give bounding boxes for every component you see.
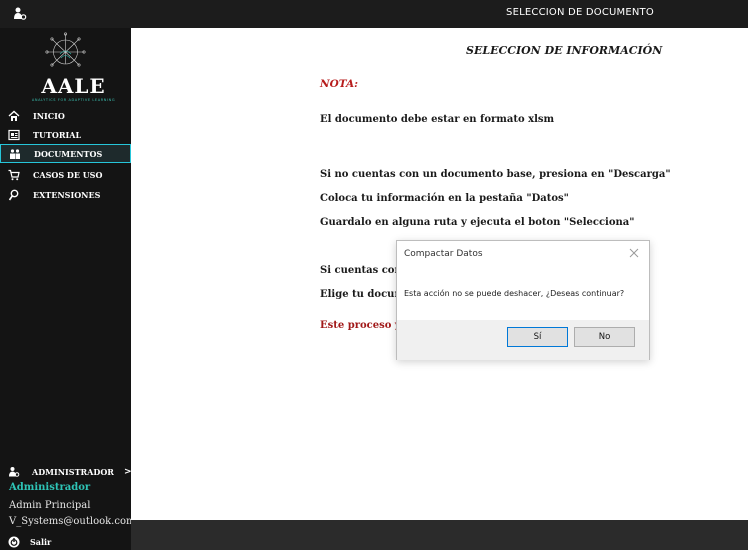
- instruction-line: Guardalo en alguna ruta y ejecuta el bot…: [320, 217, 635, 228]
- sidebar-item-administrador[interactable]: ADMINISTRADOR >: [0, 462, 131, 482]
- user-email: V_Systems@outlook.com: [9, 516, 136, 527]
- user-name: Administrador: [9, 482, 91, 493]
- bottom-bar: [131, 520, 748, 550]
- logout-button[interactable]: Salir: [0, 534, 131, 550]
- user-gear-icon: [12, 6, 28, 22]
- logo: AALE ANALYTICS FOR ADAPTIVE LEARNING: [8, 32, 123, 104]
- logout-label: Salir: [30, 537, 52, 547]
- sidebar: AALE ANALYTICS FOR ADAPTIVE LEARNING INI…: [0, 28, 135, 550]
- title-bar: SELECCION DE DOCUMENTO: [0, 0, 748, 28]
- sidebar-item-extensiones[interactable]: EXTENSIONES: [0, 185, 131, 204]
- brain-tree-logo-icon: [45, 32, 86, 67]
- dialog-title: Compactar Datos: [404, 249, 483, 259]
- sidebar-item-label: ADMINISTRADOR: [32, 467, 114, 477]
- power-icon: [8, 536, 20, 548]
- yes-button[interactable]: Sí: [507, 327, 568, 347]
- instruction-line: Si cuentas con: [320, 265, 402, 276]
- sidebar-item-label: DOCUMENTOS: [34, 148, 103, 159]
- cart-icon: [8, 169, 20, 181]
- sidebar-item-tutorial[interactable]: TUTORIAL: [0, 125, 131, 144]
- home-icon: [8, 110, 20, 122]
- tutorial-icon: [8, 129, 20, 141]
- page-title: SELECCION DE INFORMACIÓN: [466, 44, 663, 57]
- warning-line: Este proceso y: [320, 320, 401, 331]
- instruction-line: El documento debe estar en formato xlsm: [320, 114, 555, 125]
- logo-tagline: ANALYTICS FOR ADAPTIVE LEARNING: [31, 98, 116, 102]
- no-button[interactable]: No: [574, 327, 635, 347]
- close-icon[interactable]: [627, 246, 641, 260]
- confirm-dialog: Compactar Datos Esta acción no se puede …: [396, 240, 650, 360]
- sidebar-item-label: EXTENSIONES: [33, 189, 101, 200]
- sidebar-item-inicio[interactable]: INICIO: [0, 106, 131, 125]
- sidebar-item-label: INICIO: [33, 110, 65, 121]
- search-icon: [8, 189, 20, 201]
- note-heading: NOTA:: [320, 78, 359, 90]
- dialog-message: Esta acción no se puede deshacer, ¿Desea…: [404, 289, 625, 298]
- sidebar-item-casos-de-uso[interactable]: CASOS DE USO: [0, 165, 131, 184]
- sidebar-item-label: CASOS DE USO: [33, 169, 103, 180]
- documents-icon: [9, 148, 21, 160]
- sidebar-item-documentos[interactable]: DOCUMENTOS: [0, 144, 131, 163]
- instruction-line: Coloca tu información en la pestaña "Dat…: [320, 193, 569, 204]
- logo-name: AALE: [41, 74, 106, 98]
- user-gear-icon: [8, 466, 20, 478]
- sidebar-item-label: TUTORIAL: [33, 129, 82, 140]
- window-title: SELECCION DE DOCUMENTO: [506, 7, 654, 18]
- instruction-line: Elige tu docum: [320, 289, 406, 300]
- instruction-line: Si no cuentas con un documento base, pre…: [320, 169, 671, 180]
- user-role: Admin Principal: [9, 500, 91, 511]
